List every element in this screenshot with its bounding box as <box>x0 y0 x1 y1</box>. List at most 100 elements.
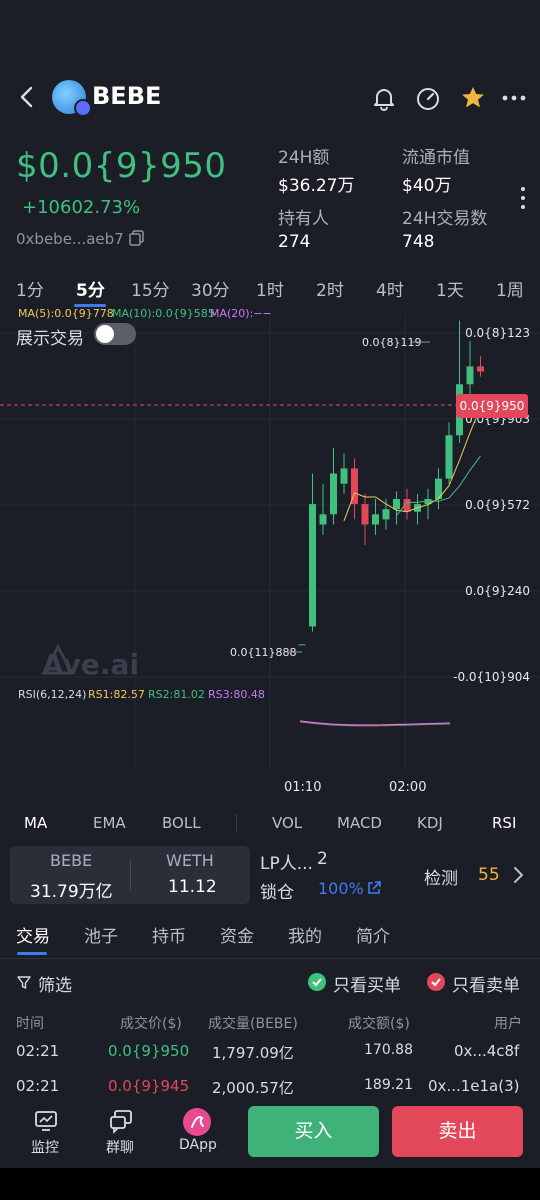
col-price: 成交价($) <box>120 1016 182 1032</box>
trade-row-1-user[interactable]: 0x...4c8f <box>454 1042 519 1060</box>
group-chat-icon[interactable] <box>108 1108 134 1134</box>
candle-body-2 <box>319 514 327 525</box>
pair-base-amount: 31.79万亿 <box>30 882 113 902</box>
ind-ema[interactable]: EMA <box>93 814 126 832</box>
time-label-2: 02:00 <box>389 780 427 795</box>
candle-body-9 <box>393 499 400 510</box>
buy-only-check-icon[interactable] <box>308 973 326 991</box>
dapp-icon[interactable] <box>183 1108 211 1136</box>
tab-funds[interactable]: 资金 <box>220 922 254 947</box>
trade-row-2-qty: 2,000.57亿 <box>212 1079 294 1097</box>
candle-body-6 <box>361 504 369 525</box>
ind-rsi[interactable]: RSI <box>492 814 516 832</box>
detect-score: 55 <box>478 865 500 885</box>
mcap-label: 流通市值 <box>402 148 470 168</box>
toggle-knob <box>96 325 114 343</box>
dapp-label[interactable]: DApp <box>179 1137 217 1153</box>
trade-row-1-amount: 170.88 <box>364 1042 413 1058</box>
trade-row-1-price: 0.0{9}950 <box>108 1042 190 1060</box>
gauge-icon[interactable] <box>414 84 442 112</box>
back-arrow-icon[interactable] <box>14 84 40 110</box>
candle-body-1 <box>309 504 316 627</box>
chevron-right-icon[interactable] <box>510 866 526 884</box>
sell-button[interactable]: 卖出 <box>392 1106 523 1157</box>
rsi-rs3: RS3:80.48 <box>208 688 265 701</box>
tf-1h[interactable]: 1时 <box>256 276 284 301</box>
col-qty: 成交量(BEBE) <box>208 1016 298 1032</box>
pair-base-name: BEBE <box>50 851 93 870</box>
lock-value[interactable]: 100% <box>318 879 364 898</box>
tx24-label: 24H交易数 <box>402 209 488 229</box>
external-link-icon[interactable] <box>366 880 382 896</box>
tab-trades[interactable]: 交易 <box>16 922 50 947</box>
candle-body-17 <box>477 366 484 372</box>
pair-quote-amount: 11.12 <box>168 877 217 897</box>
buy-only-label[interactable]: 只看买单 <box>333 971 401 996</box>
tf-30m[interactable]: 30分 <box>191 276 230 301</box>
rsi-rs1: RS1:82.57 <box>88 688 145 701</box>
ind-macd[interactable]: MACD <box>337 814 382 832</box>
buy-button[interactable]: 买入 <box>248 1106 379 1157</box>
monitor-icon[interactable] <box>33 1108 59 1134</box>
holders-value: 274 <box>278 232 311 252</box>
tab-active-indicator <box>17 952 47 955</box>
monitor-label[interactable]: 监控 <box>31 1137 59 1157</box>
tf-2h[interactable]: 2时 <box>316 276 344 301</box>
sell-only-label[interactable]: 只看卖单 <box>452 971 520 996</box>
candlestick-chart[interactable]: 0.0{8}1230.0{9}9030.0{9}5720.0{9}240-0.0… <box>0 315 540 805</box>
price-change: +10602.73% <box>22 197 141 218</box>
trade-row-1-time: 02:21 <box>16 1042 60 1060</box>
rsi-title: RSI(6,12,24) <box>18 688 87 701</box>
ind-boll[interactable]: BOLL <box>162 814 201 832</box>
trade-row-2-time: 02:21 <box>16 1077 60 1095</box>
col-user: 用户 <box>494 1016 522 1032</box>
contract-address: 0xbebe...aeb7 <box>16 230 124 248</box>
ind-vol[interactable]: VOL <box>272 814 302 832</box>
candle-body-0 <box>298 644 306 646</box>
tf-4h[interactable]: 4时 <box>376 276 404 301</box>
ind-ma[interactable]: MA <box>24 814 47 832</box>
candle-body-14 <box>445 435 453 479</box>
holders-label: 持有人 <box>278 209 329 229</box>
tab-pools[interactable]: 池子 <box>84 922 118 947</box>
tx24-value: 748 <box>402 232 435 252</box>
ind-kdj[interactable]: KDJ <box>417 814 443 832</box>
tab-holders[interactable]: 持币 <box>152 922 186 947</box>
ind-divider <box>236 814 237 832</box>
tab-mine[interactable]: 我的 <box>288 922 322 947</box>
tf-1w[interactable]: 1周 <box>496 276 524 301</box>
tf-1m[interactable]: 1分 <box>16 276 44 301</box>
col-amount: 成交额($) <box>348 1016 410 1032</box>
price-axis-label-0: 0.0{8}123 <box>465 326 530 340</box>
system-nav-bar <box>0 1168 540 1200</box>
detect-label[interactable]: 检测 <box>424 864 458 889</box>
mcap-value: $40万 <box>402 176 452 196</box>
ma5-label: MA(5):0.0{9}778 <box>18 307 114 320</box>
trade-row-2-price: 0.0{9}945 <box>108 1077 190 1095</box>
ma10-label: MA(10):0.0{9}585 <box>112 307 215 320</box>
copy-icon[interactable] <box>129 230 145 246</box>
tab-intro[interactable]: 简介 <box>356 922 390 947</box>
price-axis-label-4: -0.0{10}904 <box>453 670 530 684</box>
group-chat-label[interactable]: 群聊 <box>106 1137 134 1157</box>
filter-icon[interactable] <box>16 974 32 990</box>
tf-5m[interactable]: 5分 <box>76 276 105 301</box>
pair-quote-name: WETH <box>166 851 214 870</box>
lp-value: 2 <box>317 849 328 869</box>
bell-icon[interactable] <box>370 84 398 112</box>
star-icon[interactable] <box>459 84 487 112</box>
candle-body-8 <box>382 509 390 520</box>
rsi-rs2: RS2:81.02 <box>148 688 205 701</box>
tf-15m[interactable]: 15分 <box>131 276 170 301</box>
token-price: $0.0{9}950 <box>16 146 227 186</box>
vertical-more-icon[interactable] <box>515 186 531 210</box>
sell-only-check-icon[interactable] <box>427 973 445 991</box>
candle-body-3 <box>330 473 337 515</box>
current-price-tag: 0.0{9}950 <box>456 394 528 418</box>
tf-1d[interactable]: 1天 <box>436 276 464 301</box>
more-icon[interactable] <box>500 84 528 112</box>
trade-row-2-user[interactable]: 0x...1e1a(3) <box>428 1077 519 1095</box>
vol24-label: 24H额 <box>278 148 330 168</box>
filter-label[interactable]: 筛选 <box>38 971 72 996</box>
candle-body-16 <box>466 366 474 385</box>
